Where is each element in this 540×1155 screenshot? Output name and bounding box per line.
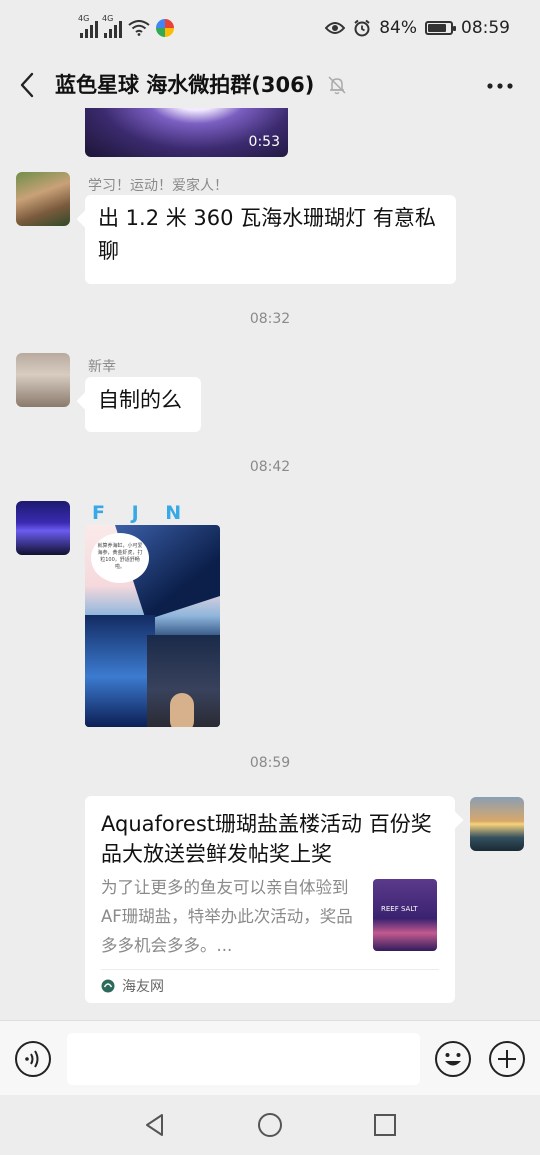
nav-recent-icon[interactable] bbox=[372, 1112, 398, 1138]
status-bar: 4G 4G 84% 08:59 bbox=[0, 0, 540, 62]
message-bubble[interactable]: 出 1.2 米 360 瓦海水珊瑚灯 有意私聊 bbox=[85, 195, 456, 284]
wifi-icon bbox=[128, 20, 150, 36]
avatar[interactable] bbox=[16, 501, 70, 555]
nav-back-icon[interactable] bbox=[142, 1112, 168, 1138]
link-card[interactable]: Aquaforest珊瑚盐盖楼活动 百份奖品大放送尝鲜发帖奖上奖 为了让更多的鱼… bbox=[85, 796, 455, 1003]
app-icon bbox=[156, 19, 174, 37]
time-divider: 08:42 bbox=[249, 459, 291, 475]
signal-icon: 4G bbox=[78, 14, 98, 38]
chat-header: 蓝色星球 海水微拍群(306) bbox=[0, 62, 540, 108]
chat-title: 蓝色星球 海水微拍群(306) bbox=[55, 73, 315, 97]
image-caption: 就算养海缸，小可爱海参，黄金虾虎，打粒100，舒适舒畅啦。 bbox=[91, 533, 149, 583]
avatar[interactable] bbox=[16, 172, 70, 226]
card-divider bbox=[101, 969, 439, 970]
chat-area[interactable]: 0:53 学习！运动！爱家人！ 出 1.2 米 360 瓦海水珊瑚灯 有意私聊 … bbox=[0, 108, 540, 1020]
eye-icon bbox=[325, 22, 346, 34]
avatar[interactable] bbox=[16, 353, 70, 407]
card-description: 为了让更多的鱼友可以亲自体验到AF珊瑚盐，特举办此次活动，奖品多多机会多多。..… bbox=[101, 878, 353, 955]
voice-icon[interactable] bbox=[14, 1040, 52, 1078]
battery-percent: 84% bbox=[379, 18, 417, 38]
card-thumb-text: REEF SALT bbox=[381, 905, 418, 913]
sender-name: F J N bbox=[92, 502, 192, 524]
card-title: Aquaforest珊瑚盐盖楼活动 百份奖品大放送尝鲜发帖奖上奖 bbox=[101, 812, 432, 866]
card-thumbnail: REEF SALT bbox=[373, 879, 437, 951]
message-bubble[interactable]: 自制的么 bbox=[85, 377, 201, 432]
sim1-label: 4G bbox=[78, 14, 90, 23]
system-nav-bar bbox=[0, 1095, 540, 1155]
image-finger bbox=[170, 693, 194, 727]
avatar[interactable] bbox=[470, 797, 524, 851]
time-divider: 08:32 bbox=[249, 311, 291, 327]
sender-name: 新幸 bbox=[88, 359, 116, 375]
back-arrow-icon[interactable] bbox=[16, 70, 40, 100]
video-message[interactable]: 0:53 bbox=[85, 108, 288, 157]
image-message[interactable]: 就算养海缸，小可爱海参，黄金虾虎，打粒100，舒适舒畅啦。 bbox=[85, 525, 220, 727]
sim2-label: 4G bbox=[102, 14, 114, 23]
status-left: 4G 4G bbox=[78, 14, 174, 38]
battery-icon bbox=[425, 21, 456, 35]
status-time: 08:59 bbox=[461, 18, 510, 38]
sender-name: 学习！运动！爱家人！ bbox=[88, 178, 228, 194]
status-right: 84% 08:59 bbox=[325, 18, 510, 38]
image-panel bbox=[85, 615, 155, 727]
signal-icon: 4G bbox=[102, 14, 122, 38]
video-duration: 0:53 bbox=[248, 134, 280, 150]
message-input[interactable] bbox=[67, 1033, 420, 1085]
time-divider: 08:59 bbox=[249, 755, 291, 771]
nav-home-icon[interactable] bbox=[257, 1112, 283, 1138]
emoji-icon[interactable] bbox=[434, 1040, 472, 1078]
more-dots-icon[interactable] bbox=[486, 74, 514, 98]
alarm-icon bbox=[354, 19, 370, 37]
mute-bell-icon bbox=[328, 76, 346, 95]
battery-fill bbox=[428, 24, 446, 32]
card-source: 海友网 bbox=[122, 979, 164, 995]
input-bar bbox=[0, 1020, 540, 1095]
source-icon bbox=[101, 979, 115, 993]
plus-icon[interactable] bbox=[488, 1040, 526, 1078]
